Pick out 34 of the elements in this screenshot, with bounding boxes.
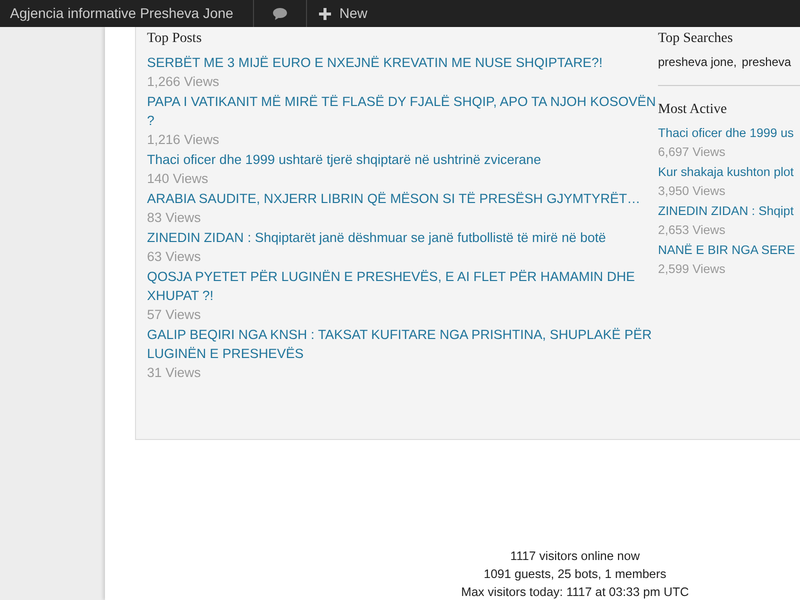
- post-link[interactable]: Thaci oficer dhe 1999 ushtarë tjerë shqiptarë në ushtrinë zvicerane: [147, 150, 656, 169]
- view-count: 31 Views: [147, 364, 202, 382]
- post-link[interactable]: ARABIA SAUDITE, NXJERR LIBRIN QË MËSON SI TË PRESËSH GJYMTYRËT…: [147, 189, 656, 208]
- view-count: 140 Views: [147, 170, 210, 188]
- view-count: 83 Views: [147, 209, 202, 227]
- view-count: 3,950 Views: [658, 183, 726, 200]
- widget-title: Top Searches: [658, 31, 734, 47]
- visitor-stats-text: 1091 guests, 25 bots, 1 members: [484, 566, 666, 583]
- post-link[interactable]: ZINEDIN ZIDAN : Shqipt: [658, 202, 800, 221]
- view-count: 6,697 Views: [658, 144, 726, 161]
- new-button[interactable]: New: [307, 0, 380, 27]
- post-link[interactable]: QOSJA PYETET PËR LUGINËN E PRESHEVËS, E AI FLET PËR HAMAMIN DHE XHUPAT ?!: [147, 267, 656, 305]
- site-title-link[interactable]: Agjencia informative Presheva Jone: [0, 0, 244, 27]
- post-link[interactable]: PAPA I VATIKANIT MË MIRË TË FLASË DY FJALË SHQIP, APO TA NJOH KOSOVËN ?: [147, 92, 656, 130]
- visitor-stats-text: Max visitors today: 1117 at 03:33 pm UTC: [461, 584, 689, 600]
- post-link[interactable]: ZINEDIN ZIDAN : Shqiptarët janë dëshmuar se janë futbollistë të mirë në botë: [147, 228, 656, 247]
- view-count: 57 Views: [147, 306, 202, 324]
- plus-icon: [319, 8, 332, 20]
- post-link[interactable]: Thaci oficer dhe 1999 us: [658, 124, 800, 143]
- view-count: 63 Views: [147, 248, 202, 266]
- view-count: 1,266 Views: [147, 73, 220, 91]
- post-link[interactable]: GALIP BEQIRI NGA KNSH : TAKSAT KUFITARE NGA PRISHTINA, SHUPLAKË PËR LUGINËN E PRESHEVËS: [147, 325, 656, 363]
- search-term-link[interactable]: presheva jone,: [658, 53, 737, 71]
- widget-title: Most Active: [658, 102, 728, 118]
- view-count: 2,653 Views: [658, 222, 726, 239]
- speech-bubble-icon: [272, 6, 288, 20]
- widget-title: Top Posts: [147, 31, 203, 47]
- search-term-link[interactable]: presheva: [742, 53, 792, 71]
- view-count: 1,216 Views: [147, 131, 220, 149]
- post-link[interactable]: NANË E BIR NGA SERE: [658, 241, 800, 260]
- post-link[interactable]: SERBËT ME 3 MIJË EURO E NXEJNË KREVATIN ME NUSE SHQIPTARE?!: [147, 53, 656, 72]
- view-count: 2,599 Views: [658, 261, 726, 278]
- visitor-stats-text: 1117 visitors online now: [510, 548, 640, 565]
- post-link[interactable]: Kur shakaja kushton plot: [658, 163, 800, 182]
